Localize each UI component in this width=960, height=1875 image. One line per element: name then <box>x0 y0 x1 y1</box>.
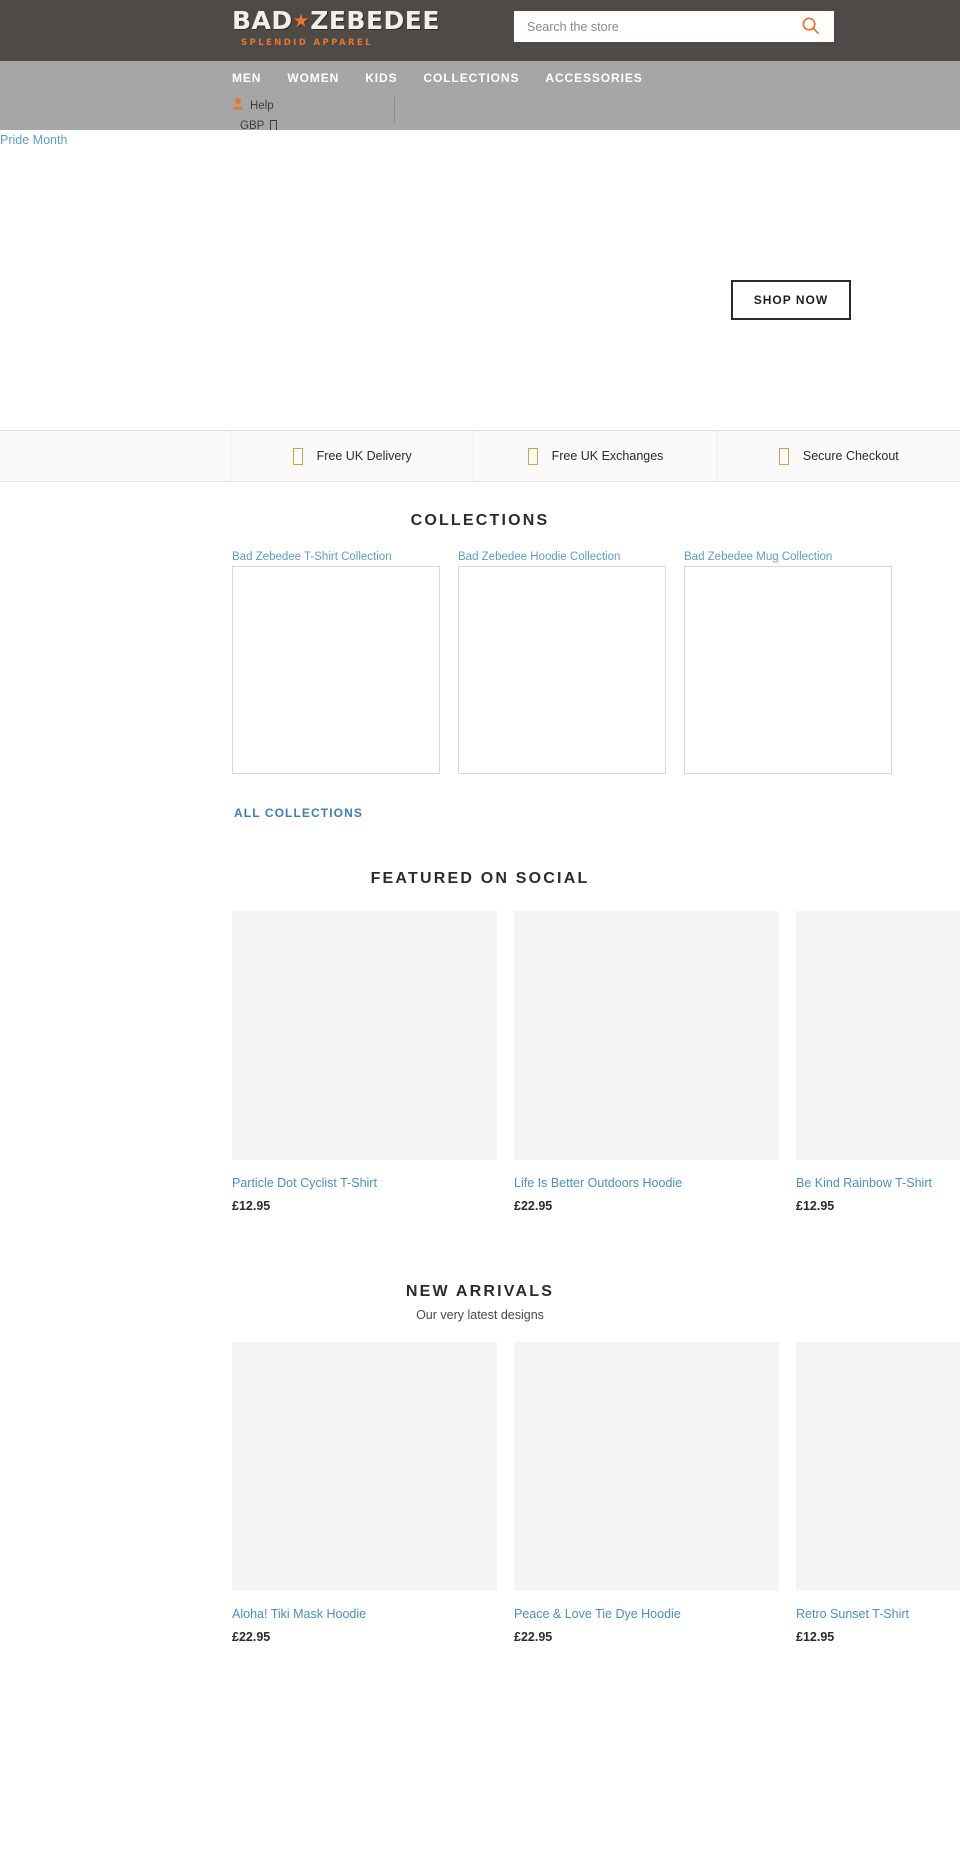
search-button[interactable] <box>787 12 833 41</box>
logo-star-icon: ★ <box>292 10 311 32</box>
benefit-label: Free UK Exchanges <box>551 449 664 463</box>
nav-item-collections[interactable]: COLLECTIONS <box>423 61 519 95</box>
product-card[interactable]: Particle Dot Cyclist T-Shirt £12.95 <box>232 911 497 1213</box>
new-arrivals-product-grid: Aloha! Tiki Mask Hoodie £22.95 Peace & L… <box>0 1342 960 1644</box>
benefit-label: Secure Checkout <box>802 449 899 463</box>
product-price: £22.95 <box>514 1199 553 1213</box>
benefit-free-uk-delivery: Free UK Delivery <box>231 431 475 481</box>
collection-thumbnail[interactable] <box>684 566 892 774</box>
help-link[interactable]: Help <box>232 95 632 116</box>
product-name[interactable]: Aloha! Tiki Mask Hoodie <box>232 1606 497 1622</box>
site-header: BAD★ZEBEDEE SPLENDID APPAREL <box>0 0 960 61</box>
product-price: £12.95 <box>232 1199 271 1213</box>
logo-wordmark: BAD★ZEBEDEE <box>232 6 439 36</box>
product-price: £12.95 <box>796 1199 835 1213</box>
product-card[interactable]: Aloha! Tiki Mask Hoodie £22.95 <box>232 1342 497 1644</box>
nav-item-women[interactable]: WOMEN <box>287 61 339 95</box>
logo-text-bad: BAD <box>232 6 293 35</box>
benefit-free-uk-exchanges: Free UK Exchanges <box>474 431 718 481</box>
nav-item-accessories[interactable]: ACCESSORIES <box>545 61 642 95</box>
search-bar <box>514 11 834 42</box>
product-image[interactable] <box>796 1342 960 1591</box>
product-card[interactable]: Peace & Love Tie Dye Hoodie £22.95 <box>514 1342 779 1644</box>
help-label: Help <box>250 99 274 112</box>
hero-image-alt[interactable]: Pride Month <box>0 133 67 147</box>
collection-image-alt[interactable]: Bad Zebedee Mug Collection <box>684 550 892 564</box>
product-name[interactable]: Peace & Love Tie Dye Hoodie <box>514 1606 779 1622</box>
collection-thumbnail[interactable] <box>458 566 666 774</box>
product-price: £22.95 <box>514 1630 553 1644</box>
product-name[interactable]: Be Kind Rainbow T-Shirt <box>796 1175 960 1191</box>
all-collections-wrap: ALL COLLECTIONS <box>0 798 960 828</box>
collection-card[interactable]: Bad Zebedee Hoodie Collection <box>458 550 666 774</box>
new-arrivals-section: NEW ARRIVALS Our very latest designs Alo… <box>0 1213 960 1644</box>
product-image[interactable] <box>232 911 497 1160</box>
collections-title: COLLECTIONS <box>410 512 550 529</box>
person-icon <box>232 97 244 115</box>
nav-item-men[interactable]: MEN <box>232 61 261 95</box>
box-icon <box>527 447 538 465</box>
logo-text-zebedee: ZEBEDEE <box>310 6 440 35</box>
featured-title: FEATURED ON SOCIAL <box>370 870 590 887</box>
collection-image-alt[interactable]: Bad Zebedee Hoodie Collection <box>458 550 666 564</box>
shop-now-button[interactable]: SHOP NOW <box>731 280 851 320</box>
product-price: £12.95 <box>796 1630 835 1644</box>
benefit-label: Free UK Delivery <box>316 449 412 463</box>
collections-grid: Bad Zebedee T-Shirt Collection Bad Zebed… <box>0 550 960 774</box>
new-arrivals-title: NEW ARRIVALS <box>405 1283 555 1300</box>
site-logo[interactable]: BAD★ZEBEDEE SPLENDID APPAREL <box>232 6 439 56</box>
product-image[interactable] <box>514 1342 779 1591</box>
search-icon <box>801 16 820 38</box>
hero-banner: Pride Month SHOP NOW <box>0 130 960 431</box>
product-price: £22.95 <box>232 1630 271 1644</box>
product-card[interactable]: Life Is Better Outdoors Hoodie £22.95 <box>514 911 779 1213</box>
product-name[interactable]: Life Is Better Outdoors Hoodie <box>514 1175 779 1191</box>
benefit-secure-checkout: Secure Checkout <box>718 431 960 481</box>
logo-tagline: SPLENDID APPAREL <box>241 38 373 48</box>
nav-item-kids[interactable]: KIDS <box>365 61 397 95</box>
box-icon <box>778 447 789 465</box>
nav-links: MEN WOMEN KIDS COLLECTIONS ACCESSORIES <box>232 61 643 95</box>
product-card[interactable]: Be Kind Rainbow T-Shirt £12.95 <box>796 911 960 1213</box>
new-arrivals-subtitle: Our very latest designs <box>416 1308 544 1322</box>
benefits-bar: Free UK Delivery Free UK Exchanges Secur… <box>0 431 960 482</box>
collection-image-alt[interactable]: Bad Zebedee T-Shirt Collection <box>232 550 440 564</box>
collection-card[interactable]: Bad Zebedee T-Shirt Collection <box>232 550 440 774</box>
benefit-spacer <box>0 431 231 481</box>
all-collections-button[interactable]: ALL COLLECTIONS <box>232 798 365 828</box>
product-image[interactable] <box>514 911 779 1160</box>
product-image[interactable] <box>796 911 960 1160</box>
collection-thumbnail[interactable] <box>232 566 440 774</box>
nav-divider <box>394 97 395 123</box>
featured-section: FEATURED ON SOCIAL Particle Dot Cyclist … <box>0 828 960 1213</box>
featured-product-grid: Particle Dot Cyclist T-Shirt £12.95 Life… <box>0 911 960 1213</box>
product-name[interactable]: Retro Sunset T-Shirt <box>796 1606 960 1622</box>
collection-card[interactable]: Bad Zebedee Mug Collection <box>684 550 892 774</box>
product-card[interactable]: Retro Sunset T-Shirt £12.95 <box>796 1342 960 1644</box>
main-navigation: MEN WOMEN KIDS COLLECTIONS ACCESSORIES H… <box>0 61 960 132</box>
search-input[interactable] <box>515 12 787 41</box>
collections-section: COLLECTIONS Bad Zebedee T-Shirt Collecti… <box>0 482 960 828</box>
product-image[interactable] <box>232 1342 497 1591</box>
page-root: BAD★ZEBEDEE SPLENDID APPAREL MEN WOMEN K… <box>0 0 960 1644</box>
utility-row: Help GBP <box>232 95 632 135</box>
product-name[interactable]: Particle Dot Cyclist T-Shirt <box>232 1175 497 1191</box>
box-icon <box>292 447 303 465</box>
